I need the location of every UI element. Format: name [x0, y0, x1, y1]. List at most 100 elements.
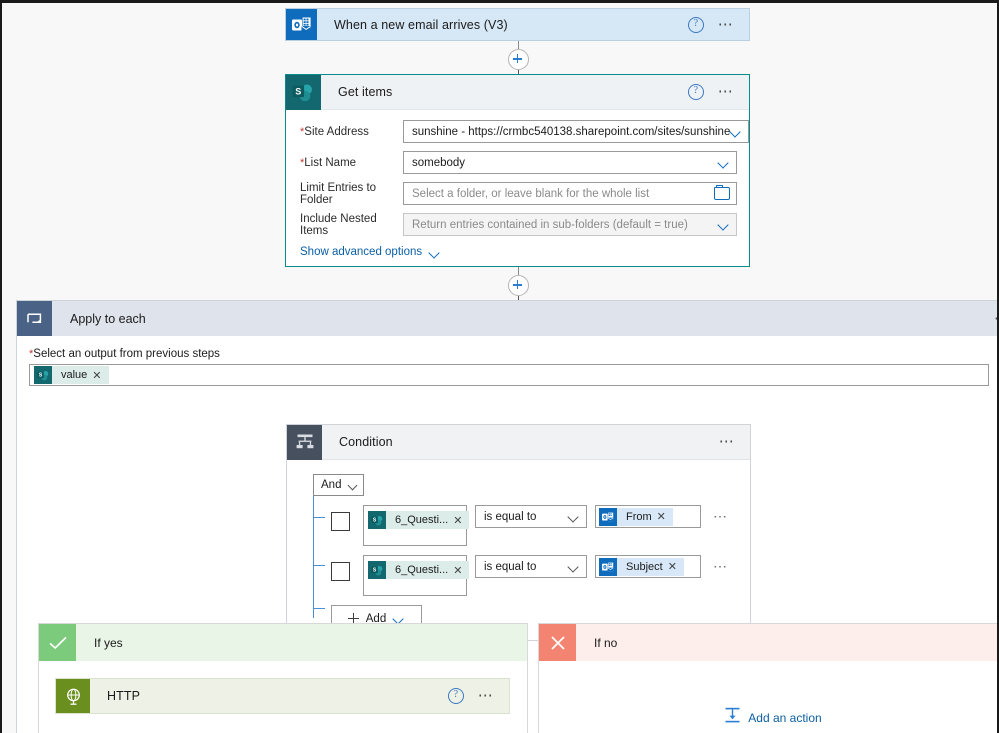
token-from[interactable]: From ✕ — [599, 507, 673, 526]
add-an-action-label: Add an action — [748, 711, 822, 725]
apply-to-each-body: *Select an output from previous steps S … — [17, 336, 997, 641]
sharepoint-icon: S — [368, 511, 386, 529]
token-subject[interactable]: Subject ✕ — [599, 557, 684, 576]
help-icon[interactable]: ? — [687, 84, 704, 100]
close-icon[interactable]: ✕ — [453, 514, 469, 527]
condition-logic-operator-select[interactable]: And — [313, 474, 364, 496]
condition-icon — [287, 424, 322, 460]
chevron-down-icon — [568, 513, 580, 520]
condition-row-checkbox[interactable] — [331, 512, 350, 531]
condition-operator-select[interactable]: is equal to — [475, 505, 587, 528]
show-advanced-options-link[interactable]: Show advanced options — [295, 246, 737, 258]
action-card-http[interactable]: HTTP ? ⋯ — [55, 678, 510, 714]
get-items-header[interactable]: S Get items ? ⋯ — [286, 74, 749, 110]
outlook-icon — [286, 9, 317, 40]
trigger-title: When a new email arrives (V3) — [334, 17, 508, 32]
token-6-questi[interactable]: S 6_Questi... ✕ — [368, 561, 470, 579]
sharepoint-icon: S — [34, 366, 52, 384]
condition-header[interactable]: Condition ⋯ — [287, 424, 750, 460]
close-icon[interactable]: ✕ — [92, 369, 108, 382]
condition-left-operand[interactable]: S 6_Questi... ✕ — [363, 555, 470, 596]
close-icon[interactable]: ✕ — [657, 510, 673, 523]
connector-line — [517, 267, 519, 275]
limit-entries-to-folder-input[interactable]: Select a folder, or leave blank for the … — [403, 182, 737, 205]
site-address-input[interactable]: sunshine - https://crmbc540138.sharepoin… — [403, 120, 750, 143]
condition-right-operand[interactable]: Subject ✕ — [595, 555, 701, 578]
action-card-get-items[interactable]: S Get items ? ⋯ *Site Address sunshine -… — [285, 74, 750, 267]
more-options-icon[interactable]: ⋯ — [719, 434, 736, 449]
token-6-questi[interactable]: S 6_Questi... ✕ — [368, 511, 470, 529]
token-value[interactable]: S value ✕ — [34, 366, 109, 384]
get-items-title: Get items — [338, 85, 393, 99]
field-label: Limit Entries to Folder — [300, 181, 377, 206]
add-an-action-button[interactable]: Add an action — [539, 707, 997, 729]
more-options-icon[interactable]: ⋯ — [718, 84, 735, 99]
condition-row-checkbox[interactable] — [331, 562, 350, 581]
condition-row: S 6_Questi... ✕ is equal to — [331, 555, 750, 596]
outlook-icon — [599, 507, 617, 526]
more-options-icon[interactable]: ⋯ — [478, 688, 495, 703]
branch-if-yes[interactable]: If yes HTTP ? ⋯ — [38, 623, 528, 733]
include-nested-placeholder: Return entries contained in sub-folders … — [412, 218, 688, 231]
site-address-value: sunshine - https://crmbc540138.sharepoin… — [412, 125, 731, 138]
action-card-condition[interactable]: Condition ⋯ And S 6_Questi... ✕ is equal… — [286, 424, 751, 641]
trigger-card-header[interactable]: When a new email arrives (V3) ? ⋯ — [286, 9, 749, 40]
list-name-input[interactable]: somebody — [403, 151, 737, 174]
more-options-icon[interactable]: ⋯ — [713, 555, 729, 578]
condition-right-operand[interactable]: From ✕ — [595, 505, 701, 528]
field-label: *Site Address — [300, 125, 369, 138]
condition-operator-select[interactable]: is equal to — [475, 555, 587, 578]
condition-left-operand[interactable]: S 6_Questi... ✕ — [363, 505, 470, 546]
condition-logic-operator-value: And — [321, 479, 342, 491]
chevron-down-icon[interactable] — [718, 159, 730, 166]
field-list-name: *List Name somebody — [295, 151, 737, 174]
close-icon[interactable]: ✕ — [453, 564, 469, 577]
connector-line — [517, 41, 519, 49]
field-include-nested-items: Include Nested Items Return entries cont… — [295, 213, 737, 237]
chevron-down-icon — [568, 563, 580, 570]
chevron-down-icon[interactable] — [730, 128, 742, 135]
condition-header-actions: ⋯ — [719, 434, 750, 449]
token-label: 6_Questi... — [395, 564, 449, 576]
outlook-icon — [599, 557, 617, 576]
chevron-down-icon[interactable] — [718, 221, 730, 228]
http-globe-icon — [56, 679, 90, 713]
trigger-card-when-new-email-arrives[interactable]: When a new email arrives (V3) ? ⋯ — [285, 8, 750, 41]
cross-icon — [539, 624, 576, 661]
more-options-icon[interactable]: ⋯ — [718, 17, 735, 32]
condition-tree-tick — [314, 608, 325, 609]
apply-to-each-header[interactable]: Apply to each ⋯ — [17, 301, 997, 336]
condition-tree-tick — [314, 565, 325, 566]
condition-tree-tick — [314, 517, 325, 518]
plus-icon[interactable] — [507, 275, 529, 296]
more-options-icon[interactable]: ⋯ — [994, 315, 997, 323]
condition-body: And S 6_Questi... ✕ is equal to From ✕ ⋯… — [287, 460, 750, 632]
token-label: From — [626, 510, 652, 523]
branch-if-no-title: If no — [594, 635, 618, 650]
sharepoint-icon: S — [286, 74, 321, 110]
http-header-actions: ? ⋯ — [447, 688, 509, 704]
check-icon — [39, 624, 76, 661]
apply-to-each-output-input[interactable]: S value ✕ — [29, 364, 989, 386]
chevron-down-icon — [348, 482, 358, 489]
token-label: value — [61, 369, 88, 381]
branch-if-no[interactable]: If no Add an action — [538, 623, 997, 733]
sharepoint-icon: S — [368, 561, 386, 579]
help-icon[interactable]: ? — [447, 688, 464, 704]
field-site-address: *Site Address sunshine - https://crmbc54… — [295, 120, 750, 143]
include-nested-items-input[interactable]: Return entries contained in sub-folders … — [403, 213, 737, 236]
plus-icon[interactable] — [507, 49, 529, 70]
condition-operator-value: is equal to — [484, 510, 537, 523]
apply-to-each-title: Apply to each — [70, 311, 146, 326]
token-label: Subject — [626, 560, 663, 573]
close-icon[interactable]: ✕ — [668, 560, 684, 573]
folder-icon[interactable] — [714, 184, 730, 200]
field-limit-entries-to-folder: Limit Entries to Folder Select a folder,… — [295, 181, 737, 206]
loop-icon — [17, 301, 52, 336]
help-icon[interactable]: ? — [687, 16, 704, 33]
trigger-header-actions: ? ⋯ — [687, 16, 749, 33]
more-options-icon[interactable]: ⋯ — [713, 505, 729, 528]
condition-operator-value: is equal to — [484, 560, 537, 573]
branch-if-no-header: If no — [539, 624, 997, 661]
field-label: *List Name — [300, 156, 357, 169]
